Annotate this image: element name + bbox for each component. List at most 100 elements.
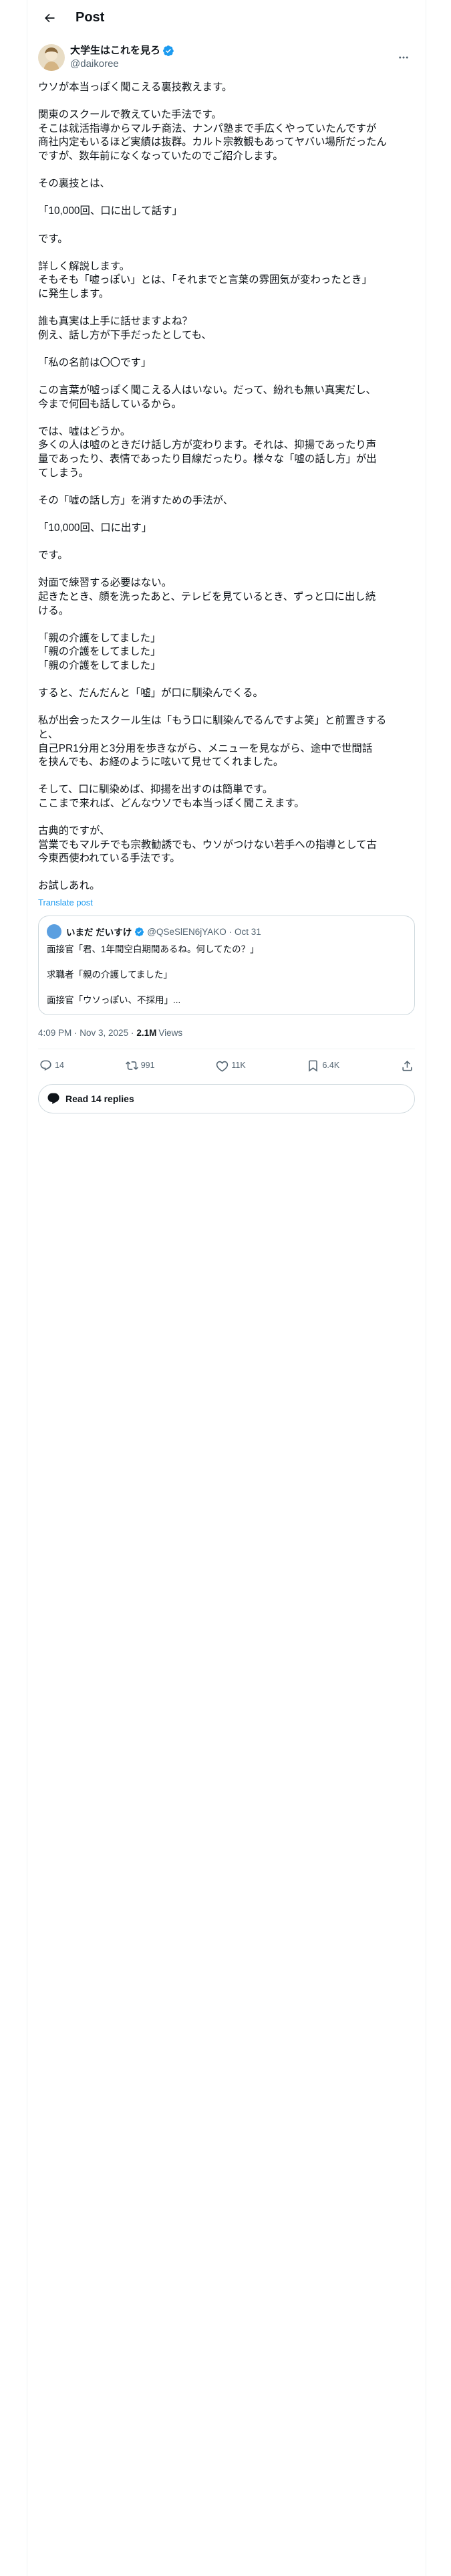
post-text-line: お試しあれ。 — [38, 880, 100, 892]
post-text-line — [38, 480, 415, 494]
bookmark-button[interactable]: 6.4K — [307, 1059, 339, 1072]
post-text-line: その裏技とは、 — [38, 178, 110, 190]
back-button[interactable] — [38, 7, 61, 29]
post-text-line: ここまで来れば、どんなウソでも本当っぽく聞こえます。 — [38, 797, 305, 809]
author-info: 大学生はこれを見ろ @daikoree — [70, 44, 392, 71]
quote-text-line — [47, 981, 406, 994]
post-text-line: 量であったり、表情であったり目線だったり。様々な「嘘の話し方」が出 — [38, 453, 377, 465]
verified-badge-icon — [163, 45, 174, 56]
author-row: 大学生はこれを見ろ @daikoree — [27, 35, 426, 73]
bookmark-icon — [309, 1060, 318, 1072]
post-timestamp[interactable]: 4:09 PM · Nov 3, 2025 · — [38, 1028, 134, 1038]
like-count: 11K — [231, 1061, 246, 1071]
post-text-line: そこは就活指導からマルチ商法、ナンパ塾まで手広くやっていたんですが — [38, 122, 377, 134]
post-text: ウソが本当っぽく聞こえる裏技教えます。 関東のスクールで教えていた手法です。 そこは… — [27, 73, 426, 893]
post-text-line: この言葉が嘘っぽく聞こえる人はいない。だって、紛れも無い真実だし、 — [38, 385, 376, 397]
post-text-line: 詳しく解説します。 — [38, 260, 130, 272]
post-text-line: 起きたとき、顔を洗ったあと、テレビを見ているとき、ずっと口に出し続 — [38, 591, 376, 603]
post-text-line: 対面で練習する必要はない。 — [38, 577, 172, 589]
author-name[interactable]: 大学生はこれを見ろ — [70, 44, 160, 58]
post-text-line — [38, 342, 415, 356]
post-text-line: 自己PR1分用と3分用を歩きながら、メニューを見ながら、途中で世間話 — [38, 742, 373, 754]
post-text-line: 商社内定もいるほど実績は抜群。カルト宗教観もあってヤバい場所だったん — [38, 136, 387, 148]
post-text-line: ける。 — [38, 605, 69, 617]
post-text-line: 関東のスクールで教えていた手法です。 — [38, 109, 222, 121]
post-text-line: 多くの人は嘘のときだけ話し方が変わります。それは、抑揚であったり声 — [38, 439, 377, 451]
post-text-line: です。 — [38, 233, 68, 245]
post-text-line: 古典的ですが、 — [38, 825, 110, 837]
post-text-line — [38, 164, 415, 178]
post-meta: 4:09 PM · Nov 3, 2025 · 2.1M Views — [38, 1026, 415, 1039]
quote-text-line — [47, 956, 406, 968]
reply-icon — [40, 1060, 51, 1071]
repost-button[interactable]: 991 — [125, 1059, 155, 1072]
author-handle[interactable]: @daikoree — [70, 58, 392, 71]
post-text-line: 「親の介護をしてました」 — [38, 646, 161, 658]
post-text-line — [38, 866, 415, 880]
post-text-line: ウソが本当っぽく聞こえる裏技教えます。 — [38, 82, 233, 93]
post-text-line: てしまう。 — [38, 467, 90, 479]
post-text-line — [38, 673, 415, 687]
speech-bubble-icon — [47, 1093, 59, 1104]
reply-button[interactable]: 14 — [39, 1059, 64, 1072]
author-name-row: 大学生はこれを見ろ — [70, 44, 392, 58]
post-text-line — [38, 563, 415, 577]
top-bar: Post — [27, 0, 426, 35]
quote-author-handle: @QSeSlEN6jYAKO — [147, 926, 227, 937]
post-text-line: 今東西使われている手法です。 — [38, 853, 180, 865]
post-text-line — [38, 95, 415, 109]
post-text-line: 「10,000回、口に出して話す」 — [38, 205, 182, 217]
post-text-line — [38, 219, 415, 233]
post-text-line: 例え、話し方が下手だったとしても、 — [38, 329, 212, 341]
post-text-line — [38, 811, 415, 825]
like-button[interactable]: 11K — [216, 1059, 246, 1072]
post-text-line — [38, 508, 415, 522]
views-count: 2.1M — [136, 1027, 157, 1038]
post-text-line: ですが、数年前になくなっていたのでご紹介します。 — [38, 150, 283, 162]
post-text-line: 「親の介護をしてました」 — [38, 632, 161, 644]
post-text-line: 「親の介護をしてました」 — [38, 659, 161, 671]
share-icon — [402, 1060, 412, 1071]
quote-author-name: いまだ だいすけ — [66, 928, 132, 938]
post-text-line — [38, 246, 415, 260]
quote-date: · Oct 31 — [229, 926, 261, 937]
post-text-line — [38, 536, 415, 550]
page-title: Post — [76, 10, 105, 25]
more-button[interactable] — [392, 46, 415, 69]
post-text-line: そもそも「嘘っぽい」とは、「それまでと言葉の雰囲気が変わったとき」 — [38, 274, 372, 286]
avatar[interactable] — [38, 44, 65, 71]
post-text-line — [38, 370, 415, 384]
post-text-line — [38, 770, 415, 784]
post-text-line: そして、口に馴染めば、抑揚を出すのは簡単です。 — [38, 784, 273, 796]
read-replies-label: Read 14 replies — [65, 1093, 134, 1105]
post-text-line: その「嘘の話し方」を消すための手法が、 — [38, 494, 234, 506]
quote-text: 面接官「君、1年間空白期間あるね。何してたの？」 求職者「親の介護してました」 面接… — [47, 943, 406, 1006]
post-text-line: です。 — [38, 550, 68, 562]
post-text-line — [38, 302, 415, 316]
quoted-post[interactable]: いまだ だいすけ @QSeSlEN6jYAKO · Oct 31 面接官「君、1… — [38, 916, 415, 1016]
post-text-line: と、 — [38, 728, 59, 740]
read-replies-button[interactable]: Read 14 replies — [38, 1084, 415, 1114]
quote-text-line: 面接官「ウソっぽい、不採用」... — [47, 995, 181, 1006]
translate-post-link[interactable]: Translate post — [38, 897, 415, 907]
post-text-line: 「私の名前は〇〇です」 — [38, 356, 152, 368]
post-text-line: では、嘘はどうか。 — [38, 425, 131, 437]
more-icon — [399, 56, 408, 59]
avatar-image — [38, 44, 65, 71]
quote-text-line: 面接官「君、1年間空白期間あるね。何してたの？」 — [47, 944, 259, 955]
post-text-line — [38, 191, 415, 205]
post-text-line: 「10,000回、口に出す」 — [38, 522, 152, 534]
back-arrow-icon — [45, 13, 55, 22]
post-text-line — [38, 701, 415, 715]
like-icon — [216, 1061, 229, 1072]
post-text-line: 私が出会ったスクール生は「もう口に馴染んでるんですよ笑」と前置きする — [38, 715, 387, 727]
bookmark-count: 6.4K — [322, 1061, 340, 1071]
main-column: Post 大学生はこれを見ろ @daikoree ウソが本当っぽく聞こえる裏技教… — [27, 0, 426, 2576]
quote-header: いまだ だいすけ @QSeSlEN6jYAKO · Oct 31 — [47, 924, 406, 940]
share-button[interactable] — [401, 1059, 414, 1072]
post-text-line: を挟んでも、お経のように呟いて見せてくれました。 — [38, 756, 284, 768]
post-text-line: 誰も真実は上手に話せますよね？ — [38, 316, 192, 328]
post-text-line: 今まで何回も話しているから。 — [38, 398, 182, 410]
repost-count: 991 — [140, 1061, 155, 1071]
post-text-line: 営業でもマルチでも宗教勧誘でも、ウソがつけない若手への指導として古 — [38, 839, 377, 851]
